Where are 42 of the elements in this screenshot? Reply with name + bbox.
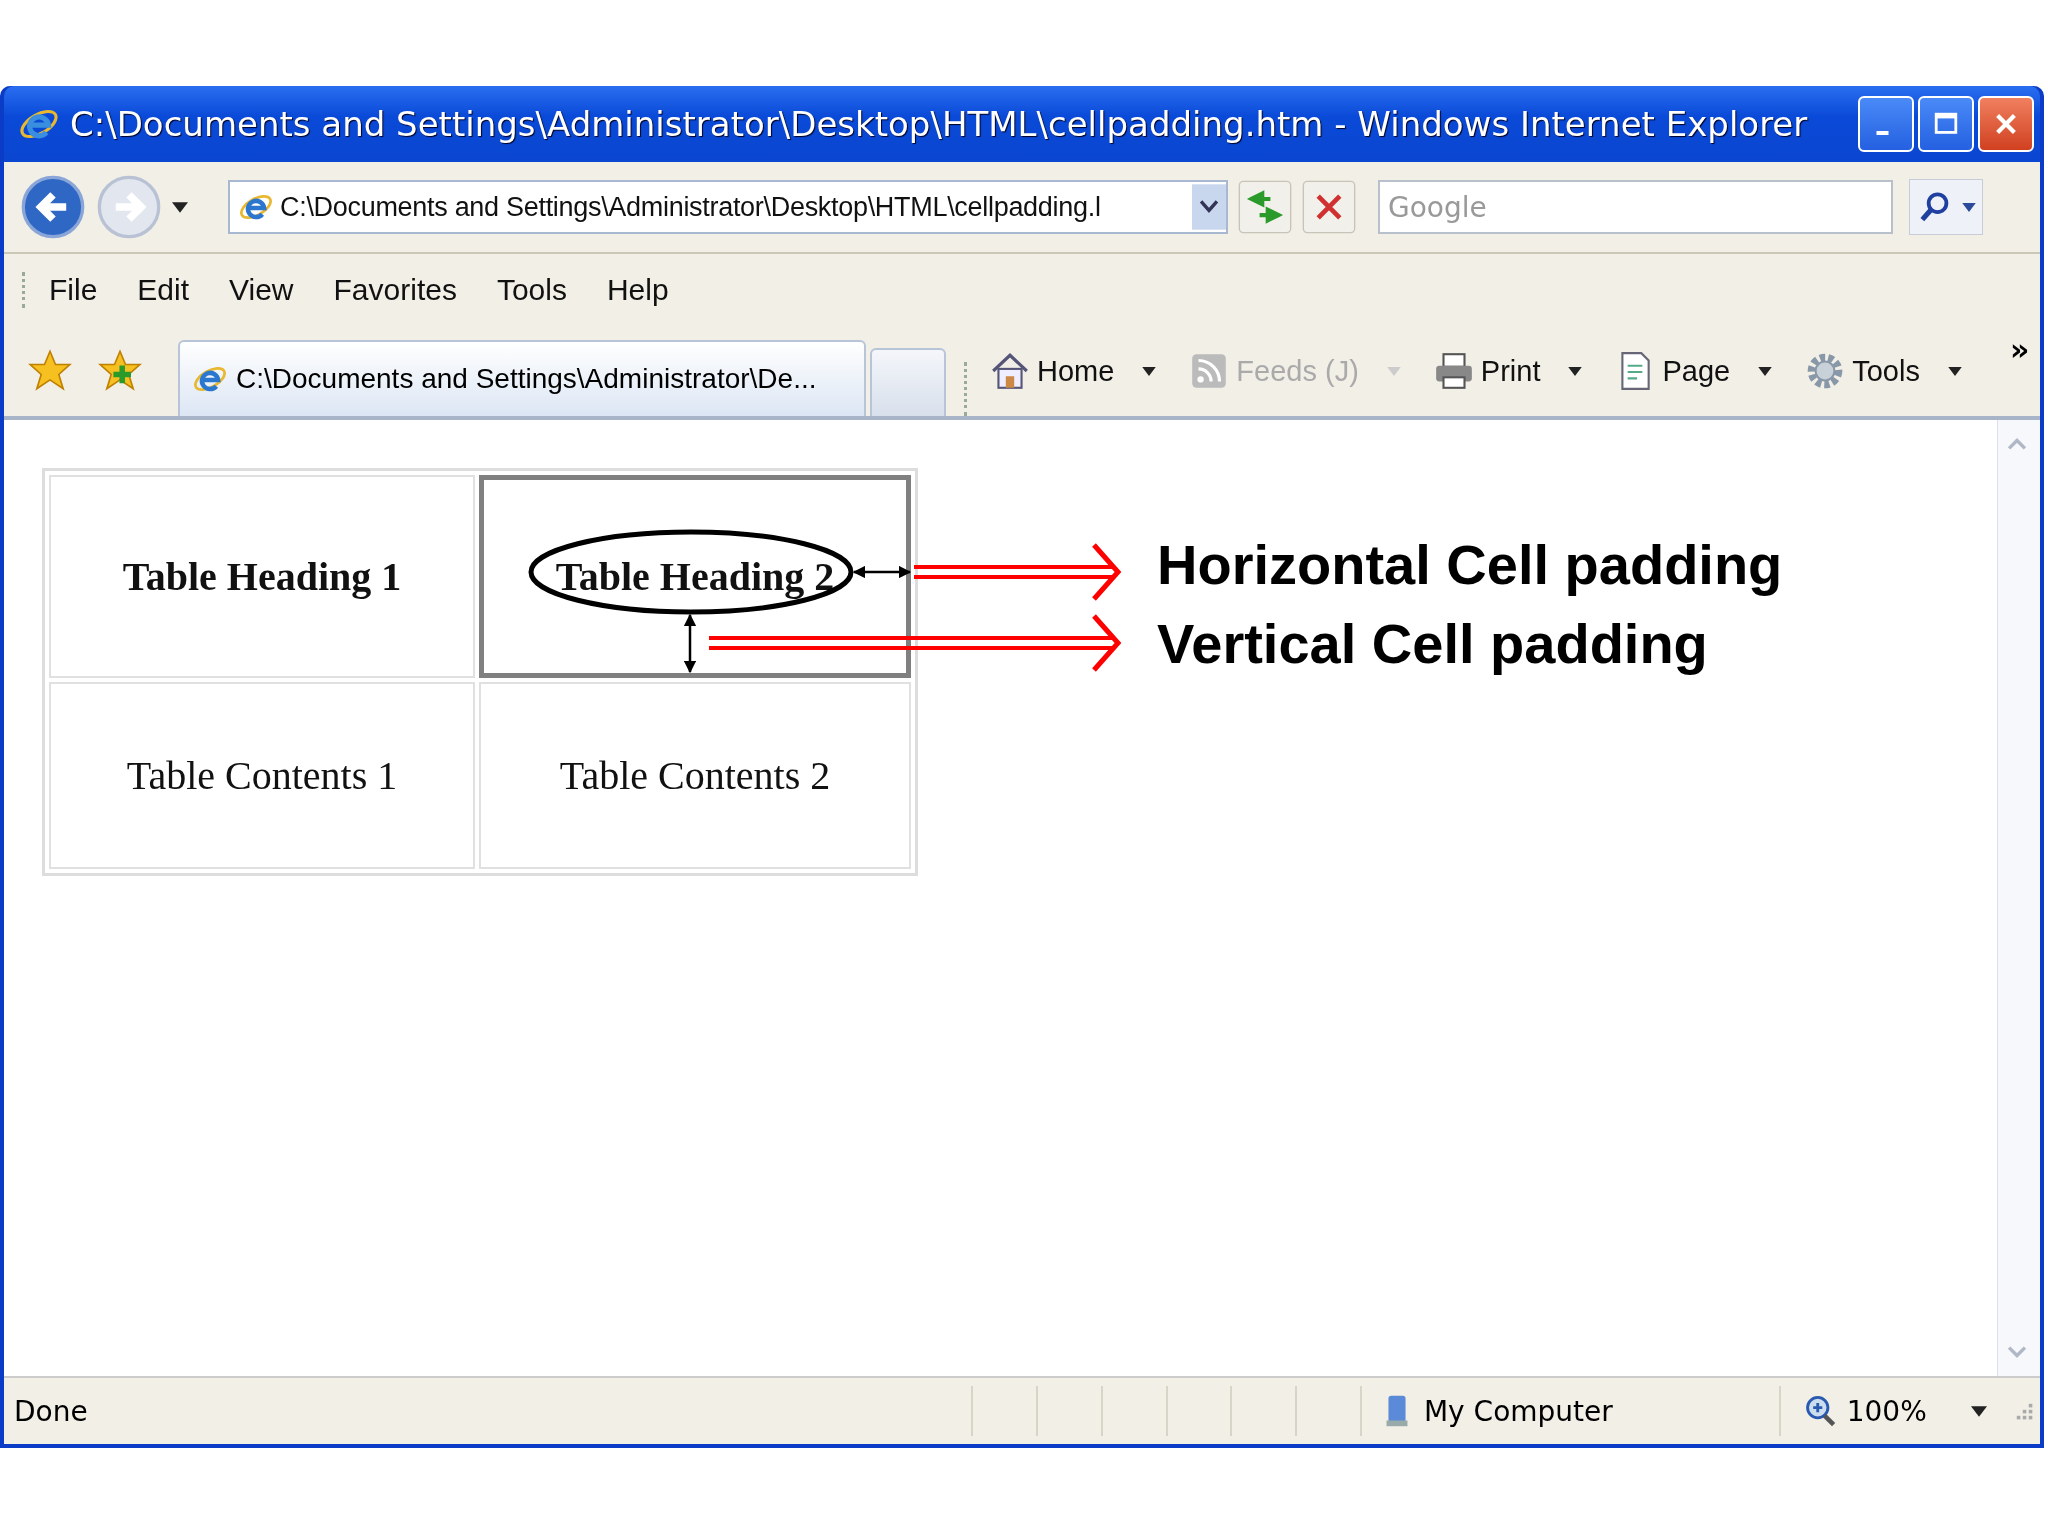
toolbar-button[interactable]: Home xyxy=(989,350,1115,392)
menu-item[interactable]: File xyxy=(49,273,98,307)
toolbar-button[interactable]: Tools xyxy=(1804,350,1920,392)
menu-item[interactable]: View xyxy=(229,273,294,307)
table-heading: Table Heading 2 xyxy=(479,475,911,678)
dropdown-arrow-icon[interactable] xyxy=(1758,366,1773,376)
table-cell: Table Contents 2 xyxy=(479,682,911,869)
dropdown-arrow-icon[interactable] xyxy=(1947,366,1962,376)
minimize-icon xyxy=(1875,131,1889,135)
dropdown-arrow-icon[interactable] xyxy=(1568,366,1583,376)
table-cell: Table Contents 1 xyxy=(49,682,475,869)
zoom-level[interactable]: 100% xyxy=(1846,1394,1927,1428)
maximize-button[interactable] xyxy=(1918,96,1974,152)
dropdown-arrow-icon[interactable] xyxy=(1142,366,1157,376)
minimize-button[interactable] xyxy=(1858,96,1914,152)
stop-icon[interactable] xyxy=(1302,180,1356,234)
search-field[interactable]: Google xyxy=(1378,180,1893,234)
browser-tab[interactable]: C:\Documents and Settings\Administrator\De... xyxy=(178,340,866,416)
dropdown-arrow-icon[interactable] xyxy=(1970,1405,1987,1417)
menu-item[interactable]: Help xyxy=(606,273,669,307)
table-heading: Table Heading 1 xyxy=(49,475,475,678)
annotation-label: Vertical Cell padding xyxy=(1157,611,1709,676)
address-field[interactable]: C:\Documents and Settings\Administrator\Desktop\HTML\cellpadding.l xyxy=(228,180,1228,234)
window-title: C:\Documents and Settings\Administrator\Desktop\HTML\cellpadding.htm - Windows Internet Explorer xyxy=(70,104,1809,144)
back-button[interactable] xyxy=(20,174,86,240)
overflow-chevron[interactable]: » xyxy=(2009,332,2030,367)
dropdown-arrow-icon[interactable] xyxy=(1962,202,1976,212)
horizontal-double-arrow xyxy=(852,565,912,579)
menu-item[interactable]: Tools xyxy=(496,273,567,307)
toolbar-button[interactable]: Print xyxy=(1432,350,1541,392)
menu-item[interactable]: Favorites xyxy=(333,273,457,307)
status-text: Done xyxy=(13,1394,89,1428)
close-button[interactable] xyxy=(1978,96,2034,152)
vertical-double-arrow xyxy=(683,613,697,674)
dropdown-arrow-icon[interactable] xyxy=(172,201,188,213)
refresh-icon[interactable] xyxy=(1238,180,1292,234)
security-zone-label: My Computer xyxy=(1423,1394,1613,1428)
menu-item[interactable]: Edit xyxy=(137,273,190,307)
toolbar-button[interactable]: Page xyxy=(1614,350,1731,392)
annotation-label: Horizontal Cell padding xyxy=(1157,532,1783,597)
add-favorite-icon[interactable] xyxy=(98,348,142,392)
star-icon[interactable] xyxy=(28,348,72,392)
